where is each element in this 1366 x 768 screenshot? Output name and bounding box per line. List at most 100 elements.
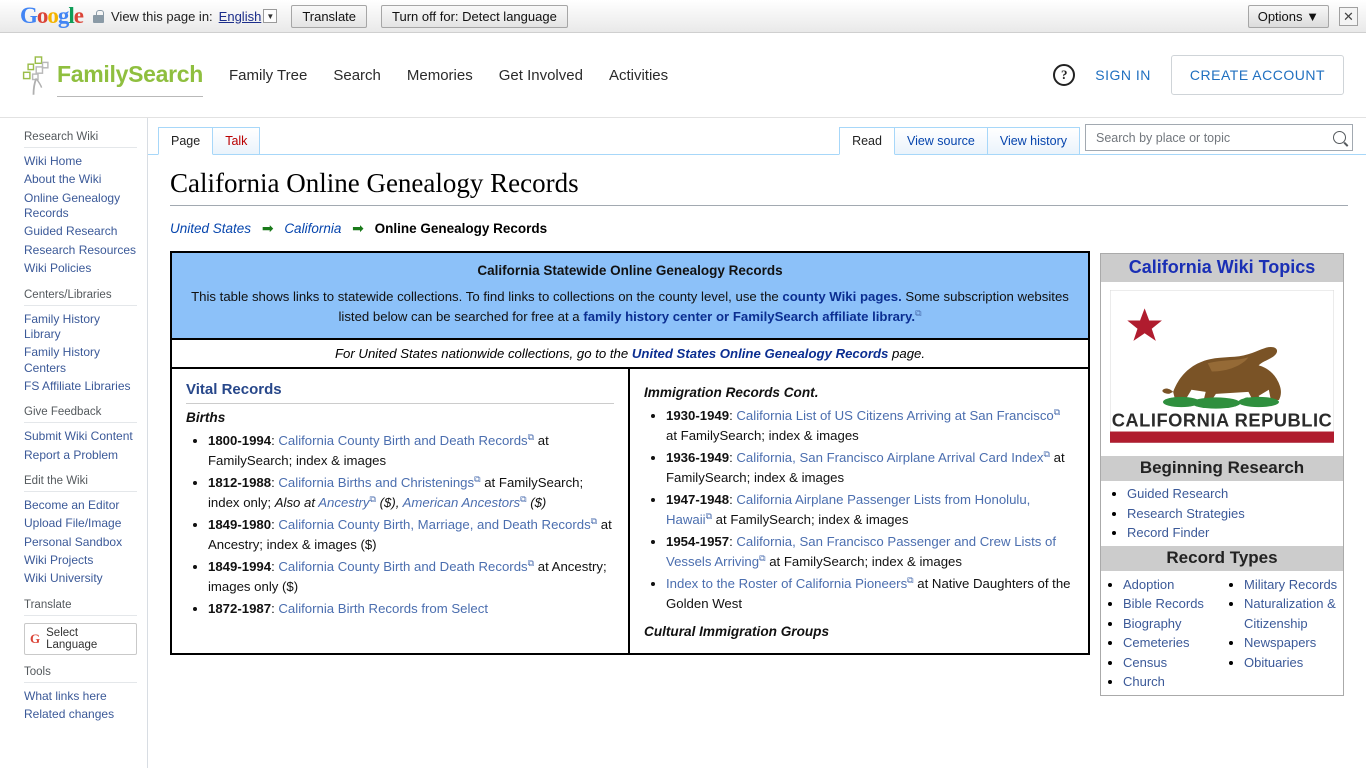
record-link-ancestry[interactable]: Ancestry bbox=[318, 495, 369, 510]
google-logo-letter: G bbox=[20, 3, 38, 28]
sidebar-item-become-an-editor[interactable]: Become an Editor bbox=[24, 497, 137, 514]
record-link[interactable]: California County Birth and Death Record… bbox=[278, 559, 527, 574]
record-link[interactable]: California Births and Christenings bbox=[278, 475, 474, 490]
tab-talk[interactable]: Talk bbox=[212, 127, 261, 154]
infobox-link-naturalization-citizenship[interactable]: Naturalization & Citizenship bbox=[1244, 596, 1336, 631]
breadcrumb-arrow-icon: ➡ bbox=[261, 220, 274, 237]
site-header: FamilySearch Family Tree Search Memories… bbox=[0, 33, 1366, 118]
section-heading-immigration-records-cont: Immigration Records Cont. bbox=[644, 384, 819, 400]
search-box[interactable] bbox=[1085, 124, 1353, 151]
sidebar-item-wiki-policies[interactable]: Wiki Policies bbox=[24, 260, 137, 277]
record-years: 1947-1948 bbox=[666, 491, 730, 507]
sidebar-item-wiki-home[interactable]: Wiki Home bbox=[24, 153, 137, 170]
translate-button[interactable]: Translate bbox=[291, 4, 368, 28]
select-language-dropdown[interactable]: G Select Language bbox=[24, 622, 137, 655]
county-wiki-pages-link[interactable]: county Wiki pages. bbox=[782, 289, 901, 304]
infobox-link-church[interactable]: Church bbox=[1123, 674, 1165, 689]
sidebar-item-personal-sandbox[interactable]: Personal Sandbox bbox=[24, 534, 137, 551]
sidebar-item-guided-research[interactable]: Guided Research bbox=[24, 223, 137, 240]
vital-records-column: Vital Records Births 1800-1994: Californ… bbox=[172, 368, 630, 654]
translate-language-link[interactable]: English bbox=[219, 9, 262, 24]
translate-options-button[interactable]: Options ▼ bbox=[1247, 5, 1329, 28]
help-icon[interactable]: ? bbox=[1053, 64, 1076, 86]
list-item: 1872-1987: California Birth Records from… bbox=[208, 599, 614, 619]
tab-view-source[interactable]: View source bbox=[893, 127, 988, 154]
list-item: 1812-1988: California Births and Christe… bbox=[208, 473, 614, 513]
nav-item-search[interactable]: Search bbox=[333, 67, 381, 84]
list-item: Newspapers bbox=[1244, 633, 1343, 653]
record-link-american-ancestors[interactable]: American Ancestors bbox=[403, 495, 521, 510]
infobox-section-beginning-research: Beginning Research bbox=[1101, 456, 1343, 482]
infobox-link-military-records[interactable]: Military Records bbox=[1244, 577, 1337, 592]
sidebar-item-online-genealogy-records[interactable]: Online Genealogy Records bbox=[24, 190, 137, 223]
tab-read[interactable]: Read bbox=[839, 127, 895, 155]
statewide-banner-body: This table shows links to statewide coll… bbox=[188, 287, 1072, 325]
record-link[interactable]: California County Birth and Death Record… bbox=[278, 433, 527, 448]
sidebar-item-about-the-wiki[interactable]: About the Wiki bbox=[24, 171, 137, 188]
infobox-link-bible-records[interactable]: Bible Records bbox=[1123, 596, 1204, 611]
infobox-link-guided-research[interactable]: Guided Research bbox=[1127, 486, 1228, 501]
infobox-link-census[interactable]: Census bbox=[1123, 655, 1167, 670]
sidebar-item-what-links-here[interactable]: What links here bbox=[24, 688, 137, 705]
turn-off-translate-button[interactable]: Turn off for: Detect language bbox=[381, 4, 568, 28]
breadcrumb-united-states[interactable]: United States bbox=[170, 221, 251, 236]
sidebar-item-wiki-projects[interactable]: Wiki Projects bbox=[24, 552, 137, 569]
tab-view-history[interactable]: View history bbox=[986, 127, 1080, 154]
sign-in-link[interactable]: SIGN IN bbox=[1095, 67, 1151, 83]
breadcrumb-california[interactable]: California bbox=[284, 221, 341, 236]
sidebar-item-wiki-university[interactable]: Wiki University bbox=[24, 570, 137, 587]
familysearch-logo[interactable]: FamilySearch bbox=[20, 53, 203, 97]
record-types-list-left: Adoption Bible Records Biography Cemeter… bbox=[1101, 573, 1222, 695]
nav-item-get-involved[interactable]: Get Involved bbox=[499, 67, 583, 84]
sidebar-item-family-history-centers[interactable]: Family History Centers bbox=[24, 344, 137, 377]
sidebar-item-research-resources[interactable]: Research Resources bbox=[24, 242, 137, 259]
page-body: Research Wiki Wiki Home About the Wiki O… bbox=[0, 118, 1366, 768]
create-account-button[interactable]: CREATE ACCOUNT bbox=[1170, 55, 1344, 95]
infobox-link-obituaries[interactable]: Obituaries bbox=[1244, 655, 1303, 670]
infobox-title: California Wiki Topics bbox=[1101, 254, 1343, 283]
infobox-link-newspapers[interactable]: Newspapers bbox=[1244, 635, 1316, 650]
infobox-link-adoption[interactable]: Adoption bbox=[1123, 577, 1174, 592]
record-types-column-right: Military Records Naturalization & Citize… bbox=[1222, 573, 1343, 695]
record-link[interactable]: California List of US Citizens Arriving … bbox=[736, 408, 1053, 423]
chevron-down-icon[interactable]: ▼ bbox=[263, 9, 278, 23]
statewide-text-1: This table shows links to statewide coll… bbox=[191, 289, 783, 305]
sidebar-group-give-feedback: Submit Wiki Content Report a Problem bbox=[24, 422, 137, 464]
breadcrumb-current: Online Genealogy Records bbox=[374, 221, 548, 237]
united-states-records-link[interactable]: United States Online Genealogy Records bbox=[632, 346, 889, 361]
list-item: 1936-1949: California, San Francisco Air… bbox=[666, 448, 1074, 488]
nav-item-activities[interactable]: Activities bbox=[609, 67, 668, 84]
subsection-heading-births: Births bbox=[186, 409, 226, 425]
record-link[interactable]: California Birth Records from Select bbox=[278, 601, 488, 616]
nav-item-memories[interactable]: Memories bbox=[407, 67, 473, 84]
sidebar-item-family-history-library[interactable]: Family History Library bbox=[24, 311, 137, 344]
google-logo-letter: e bbox=[73, 3, 84, 28]
sidebar-item-fs-affiliate-libraries[interactable]: FS Affiliate Libraries bbox=[24, 378, 137, 395]
infobox-link-record-finder[interactable]: Record Finder bbox=[1127, 525, 1209, 540]
record-link[interactable]: California, San Francisco Airplane Arriv… bbox=[736, 450, 1043, 465]
close-icon[interactable]: ✕ bbox=[1339, 7, 1358, 26]
infobox-link-biography[interactable]: Biography bbox=[1123, 616, 1182, 631]
record-years: 1812-1988 bbox=[208, 474, 272, 490]
sidebar-item-submit-wiki-content[interactable]: Submit Wiki Content bbox=[24, 428, 137, 445]
family-history-center-link[interactable]: family history center or FamilySearch af… bbox=[583, 309, 915, 324]
breadcrumb-arrow-icon: ➡ bbox=[352, 220, 364, 237]
infobox-link-research-strategies[interactable]: Research Strategies bbox=[1127, 506, 1245, 521]
infobox-link-cemeteries[interactable]: Cemeteries bbox=[1123, 635, 1189, 650]
sidebar-item-related-changes[interactable]: Related changes bbox=[24, 706, 137, 723]
statewide-banner-title: California Statewide Online Genealogy Re… bbox=[477, 263, 783, 279]
record-link[interactable]: California County Birth, Marriage, and D… bbox=[278, 517, 590, 532]
nav-item-family-tree[interactable]: Family Tree bbox=[229, 67, 307, 84]
list-item: Obituaries bbox=[1244, 653, 1343, 673]
google-g-icon: G bbox=[30, 630, 41, 646]
search-icon[interactable] bbox=[1333, 131, 1346, 144]
tab-page[interactable]: Page bbox=[158, 127, 214, 155]
sidebar-heading-translate: Translate bbox=[24, 598, 72, 611]
sidebar-item-report-a-problem[interactable]: Report a Problem bbox=[24, 447, 137, 464]
infobox-section-record-types: Record Types bbox=[1101, 545, 1343, 571]
sidebar-item-upload-file-image[interactable]: Upload File/Image bbox=[24, 515, 137, 532]
record-years: 1849-1994 bbox=[208, 559, 272, 575]
record-link[interactable]: Index to the Roster of California Pionee… bbox=[666, 576, 907, 591]
list-item: 1800-1994: California County Birth and D… bbox=[208, 431, 614, 471]
search-input[interactable] bbox=[1094, 129, 1333, 146]
